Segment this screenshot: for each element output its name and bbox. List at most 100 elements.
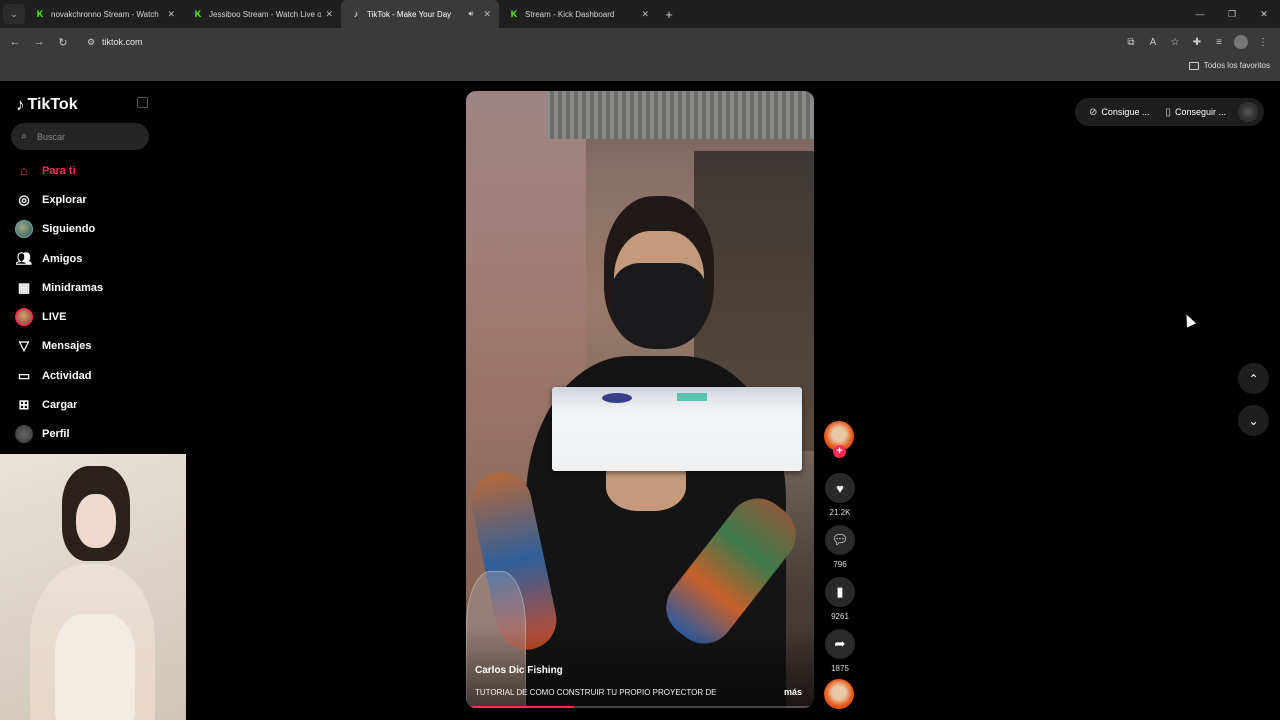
- logo-text: TikTok: [27, 96, 78, 113]
- tab-search-chevron-icon[interactable]: ⌄: [3, 4, 25, 24]
- forward-icon[interactable]: →: [27, 30, 51, 54]
- heart-icon[interactable]: ♥: [825, 473, 855, 503]
- tiktok-note-icon: ♪: [16, 95, 25, 114]
- browser-tab-active[interactable]: ♪ TikTok - Make Your Day 🔊︎ ✕: [341, 0, 499, 28]
- get-app-label: Conseguir ...: [1174, 107, 1226, 117]
- sidebar-item-explorar[interactable]: ◎ Explorar: [0, 185, 186, 214]
- browser-toolbar: ← → ↻ ⚙ tiktok.com ⧉ A ☆ ✚ ≡ ⋮: [0, 28, 1280, 56]
- sidebar-item-cargar[interactable]: ⊞ Cargar: [0, 390, 186, 419]
- activity-icon: ▭: [17, 367, 31, 383]
- top-right-actions: ⊘ Consigue ... ▯ Conseguir ...: [1075, 98, 1264, 126]
- chevron-down-icon: ⌄: [1248, 413, 1259, 428]
- search-icon: ⌕: [21, 131, 27, 142]
- sidebar-item-label: Amigos: [42, 252, 83, 265]
- sidebar-item-label: Perfil: [42, 428, 70, 441]
- sidebar-item-label: Explorar: [42, 193, 87, 206]
- film-icon: ▦: [17, 279, 31, 295]
- profile-avatar-icon: [15, 425, 33, 444]
- bookmark-star-icon[interactable]: ☆: [1164, 31, 1186, 53]
- close-tab-icon[interactable]: ✕: [483, 9, 491, 20]
- close-window-icon[interactable]: ✕: [1248, 0, 1280, 28]
- address-bar[interactable]: ⚙ tiktok.com: [80, 31, 1090, 53]
- tiktok-page: ♪ TikTok ⌕ ⌂ Para ti ◎ Explorar Siguiend…: [0, 81, 1280, 720]
- share-icon[interactable]: ➦: [825, 629, 855, 659]
- profile-avatar[interactable]: [1234, 35, 1248, 49]
- video-player[interactable]: Carlos Dic Fishing TUTORIAL DE COMO CONS…: [466, 91, 814, 708]
- tab-title: Stream - Kick Dashboard: [525, 9, 615, 19]
- sidebar-nav: ⌂ Para ti ◎ Explorar Siguiendo 👥︎ Amigos…: [0, 156, 186, 449]
- close-tab-icon[interactable]: ✕: [167, 9, 175, 20]
- previous-video-button[interactable]: ⌃: [1238, 363, 1269, 394]
- sidebar-item-para-ti[interactable]: ⌂ Para ti: [0, 156, 186, 185]
- bookmark-icon[interactable]: ▮: [825, 577, 855, 607]
- like-count: 21.2K: [829, 508, 851, 517]
- sidebar-item-mensajes[interactable]: ▽ Mensajes: [0, 332, 186, 361]
- browser-tab[interactable]: K Jessiboo Stream - Watch Live o ✕: [183, 0, 341, 28]
- comment-count: 796: [833, 560, 847, 569]
- send-icon: ▽: [19, 338, 29, 354]
- restore-icon[interactable]: ❐: [1216, 0, 1248, 28]
- sidebar-item-actividad[interactable]: ▭ Actividad: [0, 361, 186, 390]
- video-caption: TUTORIAL DE COMO CONSTRUIR TU PROPIO PRO…: [475, 688, 717, 697]
- user-avatar[interactable]: [1238, 102, 1258, 122]
- new-tab-button[interactable]: +: [657, 7, 681, 22]
- bookmarks-bar: Todos los favoritos: [0, 56, 1280, 81]
- get-coins-button[interactable]: ⊘ Consigue ...: [1081, 107, 1157, 118]
- webcam-overlay: [0, 454, 186, 720]
- collapse-sidebar-icon[interactable]: [137, 97, 148, 108]
- sidebar-item-label: Cargar: [42, 399, 78, 412]
- like-action[interactable]: ♥ 21.2K: [824, 473, 856, 517]
- sidebar-item-label: LIVE: [42, 311, 67, 324]
- install-app-icon[interactable]: ⧉: [1120, 31, 1142, 53]
- search-box[interactable]: ⌕: [11, 123, 149, 150]
- all-bookmarks-button[interactable]: Todos los favoritos: [1188, 61, 1270, 70]
- browser-tab-bar: ⌄ K novakchronno Stream - Watch ✕ K Jess…: [0, 0, 1280, 28]
- reading-list-icon[interactable]: ≡: [1208, 31, 1230, 53]
- comment-icon[interactable]: 💬︎: [825, 525, 855, 555]
- tab-title: novakchronno Stream - Watch: [51, 9, 159, 19]
- toolbar-actions: ⧉ A ☆ ✚ ≡ ⋮: [1120, 28, 1274, 56]
- menu-icon[interactable]: ⋮: [1252, 31, 1274, 53]
- share-action[interactable]: ➦ 1875: [824, 629, 856, 673]
- music-disc-avatar[interactable]: [824, 679, 854, 709]
- sidebar-item-live[interactable]: LIVE: [0, 302, 186, 331]
- tiktok-logo[interactable]: ♪ TikTok: [16, 95, 78, 115]
- kick-logo-icon: K: [510, 9, 518, 19]
- sidebar-item-amigos[interactable]: 👥︎ Amigos: [0, 244, 186, 273]
- back-icon[interactable]: ←: [3, 30, 27, 54]
- save-action[interactable]: ▮ 9261: [824, 577, 856, 621]
- follow-plus-icon[interactable]: +: [833, 445, 846, 458]
- minimize-icon[interactable]: —: [1184, 0, 1216, 28]
- share-count: 1875: [831, 664, 849, 673]
- chevron-up-icon: ⌃: [1248, 371, 1259, 386]
- sidebar-item-perfil[interactable]: Perfil: [0, 420, 186, 449]
- caption-more-link[interactable]: más: [784, 687, 802, 697]
- tab-title: Jessiboo Stream - Watch Live o: [209, 9, 322, 19]
- comment-action[interactable]: 💬︎ 796: [824, 525, 856, 569]
- kick-logo-icon: K: [194, 9, 202, 19]
- mouse-cursor-icon: [1181, 312, 1197, 328]
- get-app-button[interactable]: ▯ Conseguir ...: [1157, 107, 1234, 118]
- phone-icon: ▯: [1165, 106, 1171, 118]
- sidebar-item-minidramas[interactable]: ▦ Minidramas: [0, 273, 186, 302]
- browser-tab[interactable]: K Stream - Kick Dashboard ✕: [499, 0, 657, 28]
- window-controls: — ❐ ✕: [1184, 0, 1280, 28]
- reload-icon[interactable]: ↻: [51, 30, 75, 54]
- search-input[interactable]: [37, 131, 137, 142]
- url-text: tiktok.com: [102, 37, 143, 47]
- translate-icon[interactable]: A: [1142, 31, 1164, 53]
- site-info-icon[interactable]: ⚙: [80, 37, 102, 48]
- speaker-icon[interactable]: 🔊︎: [468, 9, 473, 19]
- sidebar-item-siguiendo[interactable]: Siguiendo: [0, 215, 186, 244]
- browser-tab[interactable]: K novakchronno Stream - Watch ✕: [25, 0, 183, 28]
- sidebar-item-label: Actividad: [42, 369, 92, 382]
- close-tab-icon[interactable]: ✕: [641, 9, 649, 20]
- next-video-button[interactable]: ⌄: [1238, 405, 1269, 436]
- video-progress-fill: [466, 706, 574, 708]
- close-tab-icon[interactable]: ✕: [325, 9, 333, 20]
- save-count: 9261: [831, 612, 849, 621]
- video-progress-bar[interactable]: [466, 706, 814, 708]
- extensions-icon[interactable]: ✚: [1186, 31, 1208, 53]
- video-author[interactable]: Carlos Dic Fishing: [475, 665, 563, 676]
- coin-icon: ⊘: [1089, 106, 1098, 118]
